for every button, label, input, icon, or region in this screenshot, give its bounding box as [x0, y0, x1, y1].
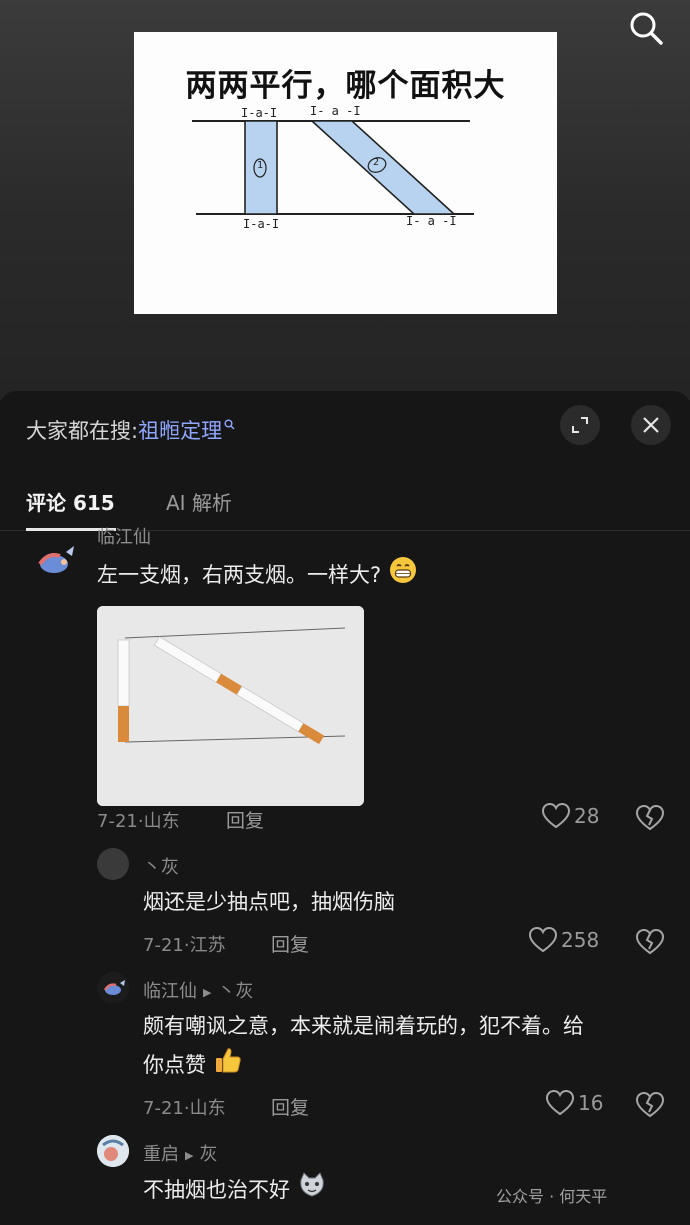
avatar[interactable]: [97, 972, 129, 1004]
heart-icon: [529, 927, 557, 953]
sheet-header: 大家都在搜:祖暅定理: [0, 391, 690, 471]
comment-text: 左一支烟，右两支烟。一样大?: [97, 555, 418, 597]
comment-text-line: 颇有嘲讽之意，本来就是闹着玩的，犯不着。给: [143, 1014, 584, 1038]
reply-button[interactable]: 回复: [271, 930, 309, 957]
comment-username[interactable]: 丶灰: [143, 853, 179, 879]
heart-icon: [546, 1090, 574, 1116]
reply-arrow-icon: ▶: [203, 985, 212, 999]
search-suggestion[interactable]: 大家都在搜:祖暅定理: [26, 415, 235, 445]
comment-text: 颇有嘲讽之意，本来就是闹着玩的，犯不着。给 你点赞: [143, 1007, 663, 1087]
comment-text-line: 你点赞: [143, 1045, 663, 1087]
reply-button[interactable]: 回复: [226, 806, 264, 833]
broken-heart-icon: [635, 804, 665, 831]
dislike-button[interactable]: [635, 804, 665, 835]
parallel-diagram: [192, 120, 474, 215]
character-avatar-icon: [97, 1135, 129, 1167]
diagram-label-bottom-left: I-a-I: [243, 217, 280, 231]
comment-text-content: 你点赞: [143, 1053, 206, 1077]
reply-button[interactable]: 回复: [271, 1093, 309, 1120]
fish-avatar-icon: [103, 980, 125, 995]
comment-photo[interactable]: [97, 606, 364, 806]
comment-username[interactable]: 临江仙 ▶ 丶灰: [143, 977, 253, 1003]
diagram-label-bottom-right: I- a -I: [406, 214, 457, 228]
comment-sheet: 大家都在搜:祖暅定理 评论 615 AI 解析 临江仙 左一支烟，右两支烟。一样…: [0, 391, 690, 1225]
close-button[interactable]: [631, 405, 671, 445]
avatar[interactable]: [26, 532, 82, 588]
avatar[interactable]: [97, 848, 129, 880]
cat-emoji-icon: [297, 1170, 327, 1212]
search-button[interactable]: [622, 4, 670, 52]
cigarettes-photo: [97, 606, 364, 806]
like-count: 28: [574, 804, 600, 828]
video-frame: 两两平行，哪个面积大 I-a-I I- a -I I-a-I I- a -I 1…: [134, 32, 557, 314]
search-icon: [630, 12, 663, 45]
diagram-region-2-label: 2: [373, 157, 380, 168]
comment-text: 不抽烟也治不好: [143, 1170, 327, 1212]
broken-heart-icon: [635, 1091, 665, 1118]
video-player[interactable]: 两两平行，哪个面积大 I-a-I I- a -I I-a-I I- a -I 1…: [0, 0, 690, 400]
dislike-button[interactable]: [635, 928, 665, 959]
comment-date-location: 7-21·山东: [143, 1098, 226, 1119]
comment-text-content: 左一支烟，右两支烟。一样大?: [97, 563, 382, 587]
comment-text-content: 不抽烟也治不好: [143, 1178, 290, 1202]
expand-button[interactable]: [560, 405, 600, 445]
reply-target[interactable]: 灰: [199, 1144, 217, 1165]
reply-arrow-icon: ▶: [185, 1148, 194, 1162]
reply-target[interactable]: 丶灰: [217, 981, 253, 1002]
reply-author[interactable]: 重启: [143, 1144, 179, 1165]
reply-author[interactable]: 临江仙: [143, 981, 197, 1002]
search-suggestion-term[interactable]: 祖暅定理: [138, 419, 222, 443]
comment-tabs: 评论 615 AI 解析: [0, 471, 690, 531]
fish-avatar-icon: [26, 532, 82, 588]
dislike-button[interactable]: [635, 1091, 665, 1122]
thumbs-up-emoji-icon: [213, 1045, 243, 1087]
grin-emoji-icon: [388, 555, 418, 597]
like-button[interactable]: 258: [529, 927, 599, 953]
heart-icon: [542, 803, 570, 829]
diagram-label-top-right: I- a -I: [310, 104, 361, 118]
like-count: 258: [561, 928, 600, 952]
diagram-region-1-label: 1: [257, 160, 264, 171]
close-icon: [643, 417, 659, 433]
comment-date-location: 7-21·山东: [97, 811, 180, 832]
small-search-icon: [224, 419, 235, 434]
avatar[interactable]: [97, 1135, 129, 1167]
like-button[interactable]: 28: [542, 803, 599, 829]
comment-username[interactable]: 重启 ▶ 灰: [143, 1140, 217, 1166]
tab-ai-analysis[interactable]: AI 解析: [166, 487, 232, 516]
expand-icon: [572, 417, 588, 433]
search-suggestion-prefix: 大家都在搜:: [26, 419, 139, 443]
like-button[interactable]: 16: [546, 1090, 603, 1116]
comment-username[interactable]: 临江仙: [97, 523, 151, 549]
comment-text: 烟还是少抽点吧，抽烟伤脑: [143, 890, 395, 914]
like-count: 16: [578, 1091, 604, 1115]
broken-heart-icon: [635, 928, 665, 955]
watermark: 公众号 · 何天平: [496, 1187, 608, 1206]
tab-comments[interactable]: 评论 615: [26, 487, 115, 516]
diagram-label-top-left: I-a-I: [241, 106, 278, 120]
comment-date-location: 7-21·江苏: [143, 935, 226, 956]
